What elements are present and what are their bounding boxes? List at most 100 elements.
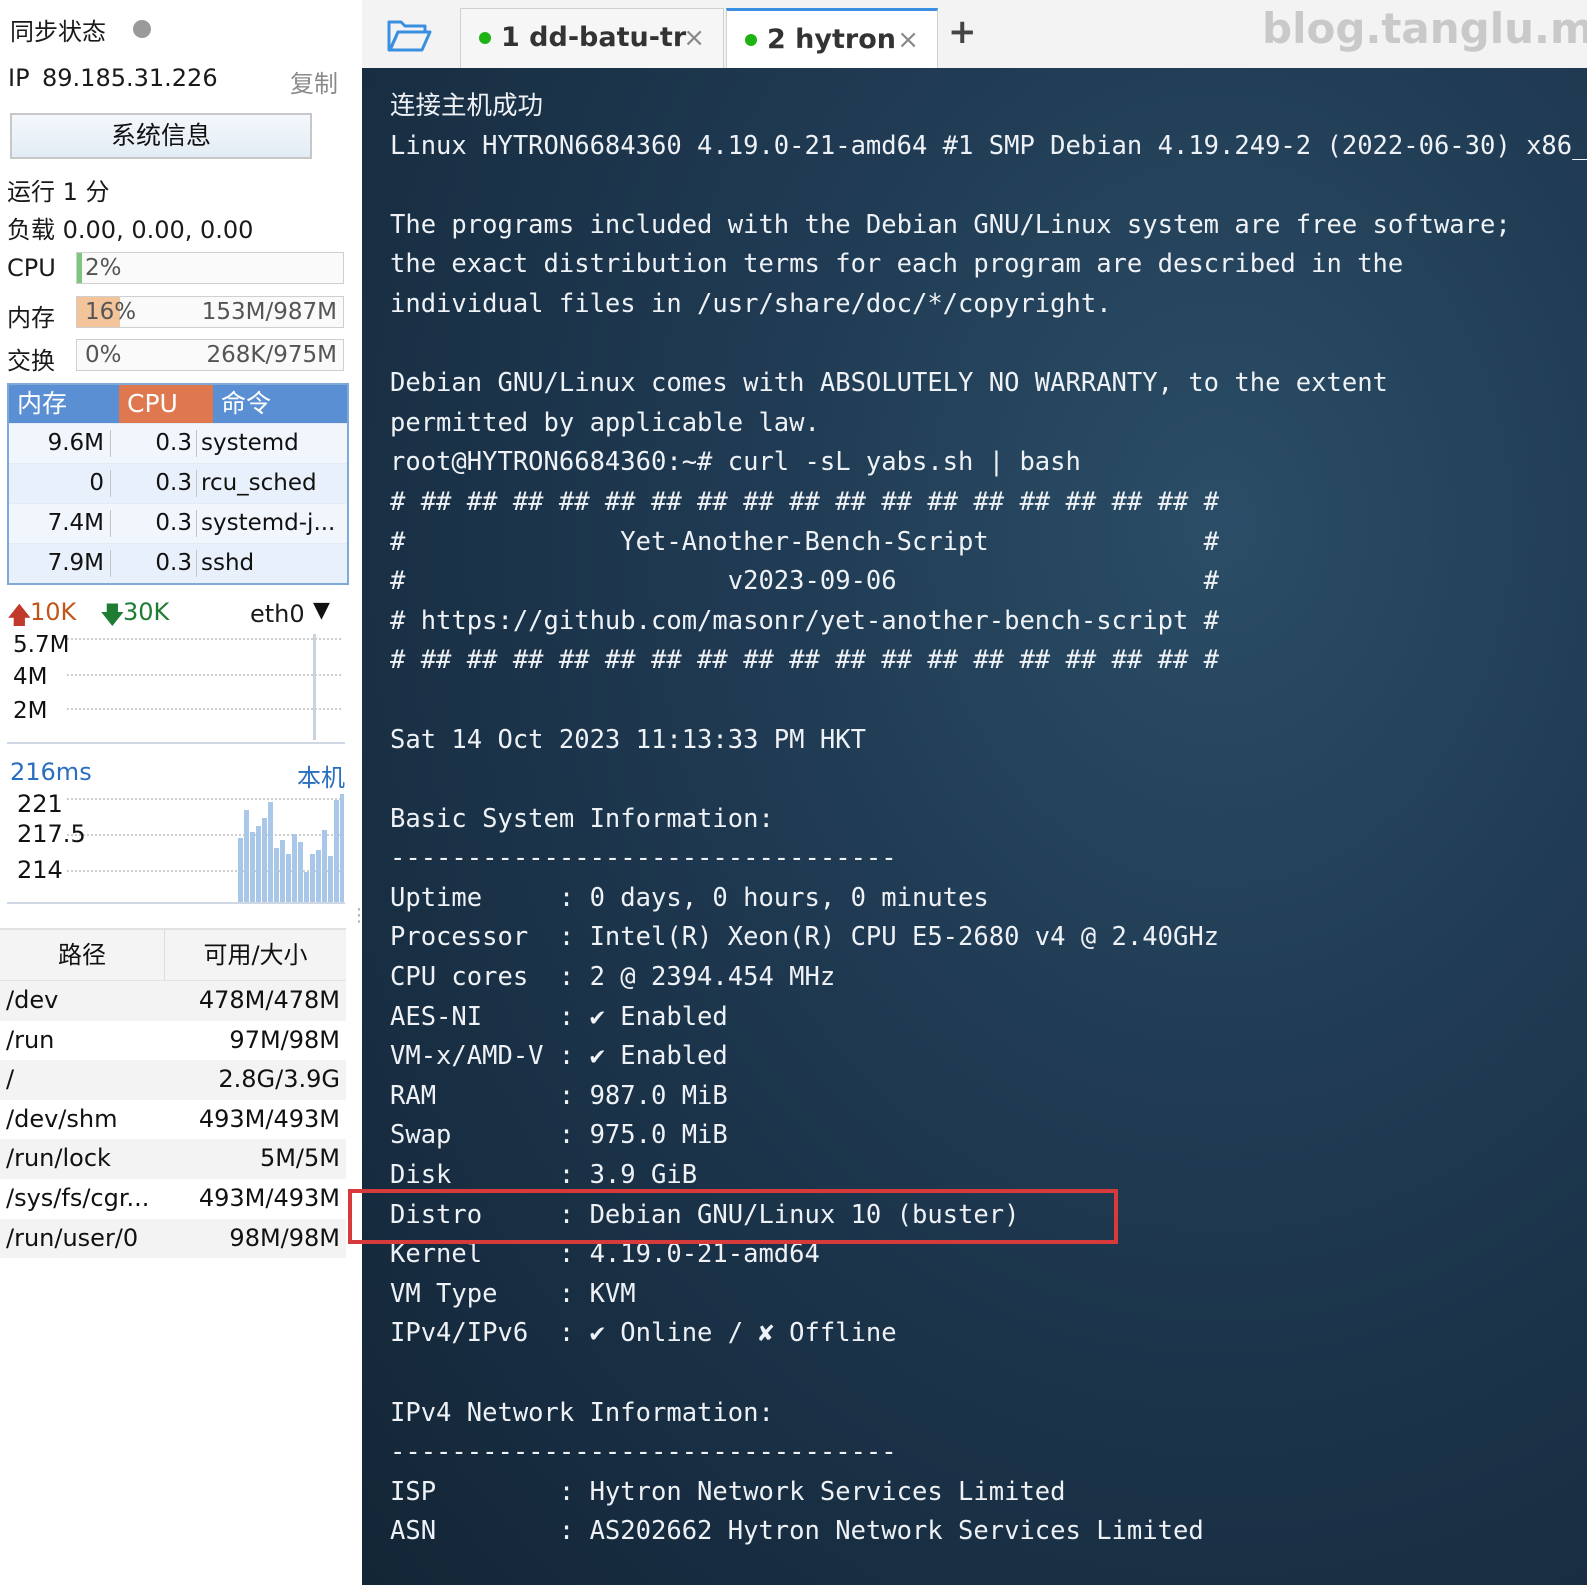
terminal-line: RAM : 987.0 MiB — [390, 1080, 728, 1111]
system-info-button[interactable]: 系统信息 — [10, 113, 312, 159]
column-available-size[interactable]: 可用/大小 — [165, 930, 346, 980]
terminal-line: VM Type : KVM — [390, 1278, 636, 1309]
disk-table-header: 路径 可用/大小 — [0, 930, 346, 981]
tab-dd-batu-tr[interactable]: 1 dd-batu-tr × — [460, 8, 724, 69]
tab-label: 2 hytron — [767, 24, 897, 55]
ip-value: 89.185.31.226 — [42, 64, 218, 92]
ping-axis-label: 221 — [17, 790, 63, 818]
column-command[interactable]: 命令 — [213, 385, 347, 423]
terminal-line: Uptime : 0 days, 0 hours, 0 minutes — [390, 882, 989, 913]
terminal-line: permitted by applicable law. — [390, 407, 820, 438]
disk-size: 97M/98M — [229, 1025, 340, 1054]
process-command: systemd — [201, 430, 299, 456]
network-axis-label: 4M — [13, 664, 48, 690]
terminal-line: # ## ## ## ## ## ## ## ## ## ## ## ## ##… — [390, 645, 1220, 676]
terminal-line: Swap : 975.0 MiB — [390, 1120, 728, 1151]
process-row[interactable]: 0 0.3 rcu_sched — [9, 463, 347, 503]
terminal-output[interactable]: 连接主机成功 Linux HYTRON6684360 4.19.0-21-amd6… — [390, 87, 1587, 1552]
distro-highlight-box — [348, 1189, 1118, 1244]
terminal-line: IPv4/IPv6 : ✔ Online / ✘ Offline — [390, 1318, 897, 1349]
process-command: sshd — [201, 550, 255, 576]
process-row[interactable]: 7.4M 0.3 systemd-j... — [9, 503, 347, 543]
process-memory: 7.4M — [9, 510, 111, 537]
process-row[interactable]: 7.9M 0.3 sshd — [9, 543, 347, 583]
ping-graph-bars — [238, 794, 344, 902]
network-interface-select[interactable]: eth0 — [250, 600, 305, 628]
cpu-usage-fill — [77, 253, 83, 283]
terminal[interactable]: 连接主机成功 Linux HYTRON6684360 4.19.0-21-amd6… — [362, 68, 1587, 1585]
disk-size: 5M/5M — [259, 1144, 340, 1173]
terminal-line: Basic System Information: — [390, 803, 774, 834]
ping-axis-label: 217.5 — [17, 820, 86, 848]
column-cpu[interactable]: CPU — [119, 385, 213, 423]
process-table-header: 内存 CPU 命令 — [9, 385, 347, 423]
ping-graph: 221 217.5 214 — [7, 790, 345, 904]
network-graph-bar — [313, 634, 316, 740]
process-command: rcu_sched — [201, 470, 317, 496]
network-graph: 5.7M 4M 2M — [7, 632, 345, 744]
process-cpu: 0.3 — [111, 430, 197, 457]
disk-row[interactable]: /dev 478M/478M — [0, 981, 346, 1021]
process-cpu: 0.3 — [111, 550, 197, 577]
disk-row[interactable]: /run/lock 5M/5M — [0, 1139, 346, 1179]
memory-label: 内存 — [7, 304, 55, 332]
tab-bar: 1 dd-batu-tr × 2 hytron × + blog.tanglu.… — [362, 0, 1587, 71]
connected-dot-icon — [479, 31, 491, 44]
terminal-line: # https://github.com/masonr/yet-another-… — [390, 605, 1220, 636]
disk-path: / — [6, 1065, 15, 1094]
watermark: blog.tanglu.me — [1262, 4, 1587, 53]
disk-row[interactable]: /sys/fs/cgr... 493M/493M — [0, 1179, 346, 1219]
swap-usage-bar: 0% 268K/975M — [76, 339, 344, 371]
terminal-line: CPU cores : 2 @ 2394.454 MHz — [390, 962, 836, 993]
sidebar: 同步状态 IP 89.185.31.226 复制 系统信息 运行 1 分 负载 … — [0, 0, 368, 1585]
terminal-line: the exact distribution terms for each pr… — [390, 249, 1404, 280]
process-command: systemd-j... — [201, 510, 336, 536]
disk-row[interactable]: / 2.8G/3.9G — [0, 1060, 346, 1100]
column-memory[interactable]: 内存 — [9, 385, 119, 423]
process-table: 内存 CPU 命令 9.6M 0.3 systemd 0 0.3 rcu_sch… — [7, 383, 349, 585]
column-path[interactable]: 路径 — [0, 930, 165, 980]
disk-row[interactable]: /run/user/0 98M/98M — [0, 1218, 346, 1259]
disk-row[interactable]: /dev/shm 493M/493M — [0, 1100, 346, 1140]
terminal-line: ASN : AS202662 Hytron Network Services L… — [390, 1516, 1204, 1547]
terminal-line: VM-x/AMD-V : ✔ Enabled — [390, 1041, 728, 1072]
uptime-text: 运行 1 分 — [7, 178, 110, 206]
tab-hytron[interactable]: 2 hytron × — [726, 8, 938, 71]
disk-size: 493M/493M — [198, 1183, 340, 1212]
upload-speed: 10K — [30, 598, 77, 626]
terminal-line: The programs included with the Debian GN… — [390, 209, 1511, 240]
process-cpu: 0.3 — [111, 510, 197, 537]
add-tab-button[interactable]: + — [948, 12, 977, 52]
cpu-usage-percent: 2% — [85, 255, 122, 281]
download-speed: 30K — [123, 598, 170, 626]
terminal-line: --------------------------------- — [390, 1437, 897, 1468]
disk-path: /run/user/0 — [6, 1223, 139, 1252]
network-axis-label: 5.7M — [13, 632, 70, 658]
process-memory: 9.6M — [9, 430, 111, 457]
copy-ip-button[interactable]: 复制 — [290, 64, 338, 99]
terminal-line: individual files in /usr/share/doc/*/cop… — [390, 288, 1112, 319]
ping-latency: 216ms — [10, 758, 92, 786]
disk-row[interactable]: /run 97M/98M — [0, 1021, 346, 1061]
terminal-line: Linux HYTRON6684360 4.19.0-21-amd64 #1 S… — [390, 130, 1587, 161]
terminal-line: # Yet-Another-Bench-Script # — [390, 526, 1220, 557]
swap-usage-size: 268K/975M — [206, 342, 337, 368]
terminal-line: # ## ## ## ## ## ## ## ## ## ## ## ## ##… — [390, 486, 1220, 517]
close-icon[interactable]: × — [683, 9, 705, 67]
close-icon[interactable]: × — [897, 11, 919, 69]
ping-target[interactable]: 本机 — [297, 758, 345, 793]
terminal-line: Sat 14 Oct 2023 11:13:33 PM HKT — [390, 724, 866, 755]
terminal-line: root@HYTRON6684360:~# curl -sL yabs.sh |… — [390, 447, 1081, 478]
disk-size: 478M/478M — [198, 986, 340, 1014]
ping-axis-label: 214 — [17, 856, 63, 884]
folder-icon[interactable] — [386, 16, 432, 54]
disk-size: 2.8G/3.9G — [218, 1065, 340, 1094]
chevron-down-icon[interactable]: ▼ — [313, 598, 330, 623]
process-memory: 7.9M — [9, 550, 111, 577]
disk-path: /run/lock — [6, 1144, 111, 1173]
disk-size: 98M/98M — [229, 1223, 340, 1252]
process-row[interactable]: 9.6M 0.3 systemd — [9, 423, 347, 463]
